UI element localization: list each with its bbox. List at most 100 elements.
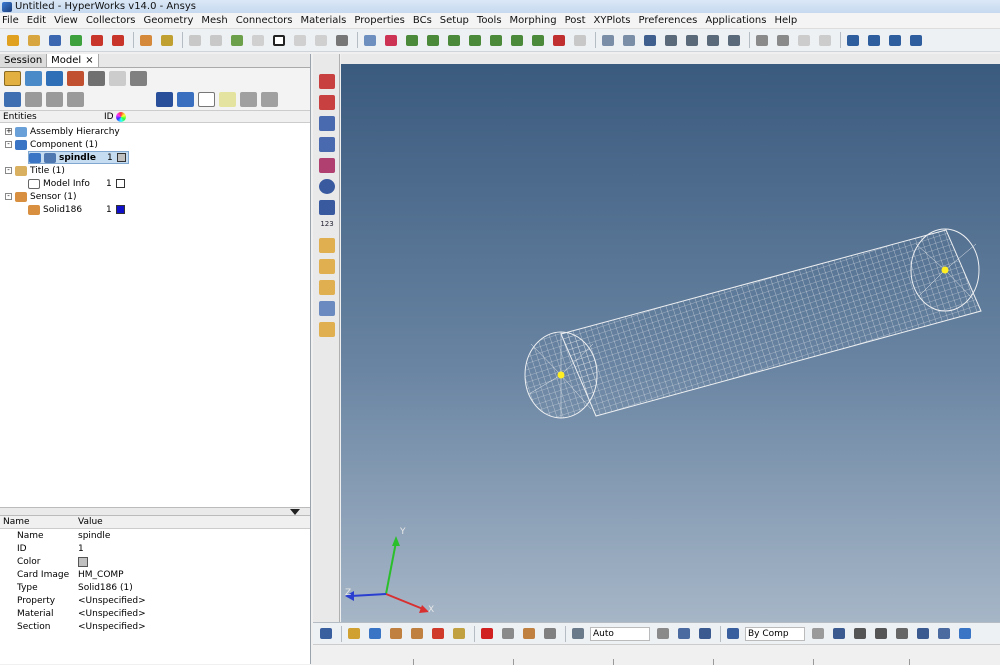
menu-morphing[interactable]: Morphing xyxy=(510,15,557,26)
show-hide-icon[interactable] xyxy=(240,92,257,107)
menu-edit[interactable]: Edit xyxy=(27,15,46,26)
export-icon[interactable] xyxy=(67,32,85,48)
export-solver-icon[interactable] xyxy=(88,32,106,48)
collapse-icon[interactable]: - xyxy=(5,167,12,174)
menu-view[interactable]: View xyxy=(54,15,78,26)
prop-value[interactable]: <Unspecified> xyxy=(78,609,146,619)
prop-value[interactable]: spindle xyxy=(78,531,110,541)
shaded-cube-icon[interactable] xyxy=(830,626,848,642)
tree-row-spindle[interactable]: spindle 1 xyxy=(28,151,129,164)
count-label[interactable]: 123 xyxy=(319,220,335,228)
menu-file[interactable]: File xyxy=(2,15,19,26)
highlight-icon[interactable] xyxy=(219,92,236,107)
view-yx-icon[interactable] xyxy=(424,32,442,48)
view-zy-icon[interactable] xyxy=(487,32,505,48)
find-icon[interactable] xyxy=(319,137,335,152)
color-value-swatch[interactable] xyxy=(78,556,88,567)
forward-arrow-icon[interactable] xyxy=(207,32,225,48)
window-tile-icon[interactable] xyxy=(844,32,862,48)
tree-row-component[interactable]: - Component (1) xyxy=(5,138,98,151)
collapse-icon[interactable]: - xyxy=(5,193,12,200)
dropdown-arrow-icon[interactable] xyxy=(290,509,300,515)
prop-row-card-image[interactable]: Card Image HM_COMP xyxy=(0,568,310,581)
menu-post[interactable]: Post xyxy=(565,15,586,26)
tab-model[interactable]: Model × xyxy=(47,54,99,67)
fit-icon[interactable] xyxy=(550,32,568,48)
mask-icon[interactable] xyxy=(319,116,335,131)
menu-materials[interactable]: Materials xyxy=(301,15,347,26)
element-shade-icon[interactable] xyxy=(675,626,693,642)
color-palette-icon[interactable] xyxy=(158,32,176,48)
color-swatch[interactable] xyxy=(116,179,125,188)
line-style-2-icon[interactable] xyxy=(872,626,890,642)
menu-preferences[interactable]: Preferences xyxy=(639,15,698,26)
menu-geometry[interactable]: Geometry xyxy=(144,15,194,26)
menu-collectors[interactable]: Collectors xyxy=(86,15,136,26)
isolate-only-icon[interactable] xyxy=(387,626,405,642)
disabled-icon-1[interactable] xyxy=(795,32,813,48)
window-split-icon[interactable] xyxy=(886,32,904,48)
view-left-icon[interactable] xyxy=(382,32,400,48)
distance-icon[interactable] xyxy=(319,238,335,253)
tree-collapse-icon[interactable] xyxy=(46,92,63,107)
expand-window-icon[interactable] xyxy=(333,32,351,48)
hide-icon[interactable] xyxy=(366,626,384,642)
color-swatch[interactable] xyxy=(116,205,125,214)
cube-icon[interactable] xyxy=(696,626,714,642)
window-copy-icon[interactable] xyxy=(865,32,883,48)
node-end[interactable] xyxy=(941,266,949,274)
view-iso-icon[interactable] xyxy=(529,32,547,48)
user-icon[interactable] xyxy=(137,32,155,48)
prop-row-section[interactable]: Section <Unspecified> xyxy=(0,620,310,633)
section-icon[interactable] xyxy=(774,32,792,48)
clip-icon[interactable] xyxy=(753,32,771,48)
tree-row-model-info[interactable]: Model Info 1 xyxy=(28,177,129,190)
model-canvas[interactable]: Y X Z xyxy=(341,64,1000,622)
menu-help[interactable]: Help xyxy=(774,15,797,26)
prop-row-id[interactable]: ID 1 xyxy=(0,542,310,555)
abc-annotate-icon[interactable] xyxy=(319,280,335,295)
prop-value[interactable]: <Unspecified> xyxy=(78,596,146,606)
solid-display-icon[interactable] xyxy=(156,92,173,107)
panel-splitter[interactable] xyxy=(0,508,310,516)
mask-all-icon[interactable] xyxy=(499,626,517,642)
assembly-icon[interactable] xyxy=(25,71,42,86)
unmask-icon[interactable] xyxy=(520,626,538,642)
auto-dropdown[interactable]: Auto xyxy=(590,626,650,641)
plane-icon[interactable] xyxy=(319,322,335,337)
disabled-browser-icon[interactable] xyxy=(109,71,126,86)
display-all-icon[interactable] xyxy=(4,92,21,107)
view-zx-icon[interactable] xyxy=(445,32,463,48)
menu-applications[interactable]: Applications xyxy=(705,15,766,26)
menu-mesh[interactable]: Mesh xyxy=(201,15,227,26)
move-icon[interactable] xyxy=(683,32,701,48)
element-color-icon[interactable] xyxy=(654,626,672,642)
menu-setup[interactable]: Setup xyxy=(440,15,469,26)
set-icon[interactable] xyxy=(88,71,105,86)
view-xy-icon[interactable] xyxy=(403,32,421,48)
tree-row-sensor[interactable]: - Sensor (1) xyxy=(5,190,76,203)
display-mode-icon[interactable] xyxy=(317,626,335,642)
prop-row-material[interactable]: Material <Unspecified> xyxy=(0,607,310,620)
tree-filter-icon[interactable] xyxy=(67,92,84,107)
window-layout-icon[interactable] xyxy=(270,32,288,48)
grid-display-icon[interactable] xyxy=(935,626,953,642)
rotate-icon[interactable] xyxy=(725,32,743,48)
visualization-auto-icon[interactable] xyxy=(569,626,587,642)
export-ppt-icon[interactable] xyxy=(109,32,127,48)
binoculars-icon[interactable] xyxy=(319,200,335,215)
node-start[interactable] xyxy=(557,371,565,379)
add-page-icon[interactable] xyxy=(228,32,246,48)
spindle-mesh[interactable] xyxy=(524,228,982,419)
tab-session[interactable]: Session xyxy=(0,54,48,67)
page-icon[interactable] xyxy=(249,32,267,48)
show-icon[interactable] xyxy=(345,626,363,642)
solid-display-icon-2[interactable] xyxy=(914,626,932,642)
zoom-in-icon[interactable] xyxy=(620,32,638,48)
import-icon[interactable] xyxy=(4,32,22,48)
graphics-viewport[interactable]: Y X Z xyxy=(341,64,1000,622)
tree-row-solid186[interactable]: Solid186 1 xyxy=(28,203,129,216)
color-swatch[interactable] xyxy=(117,153,126,162)
bycomp-dropdown[interactable]: By Comp xyxy=(745,626,805,641)
reorder-icon[interactable] xyxy=(319,158,335,173)
